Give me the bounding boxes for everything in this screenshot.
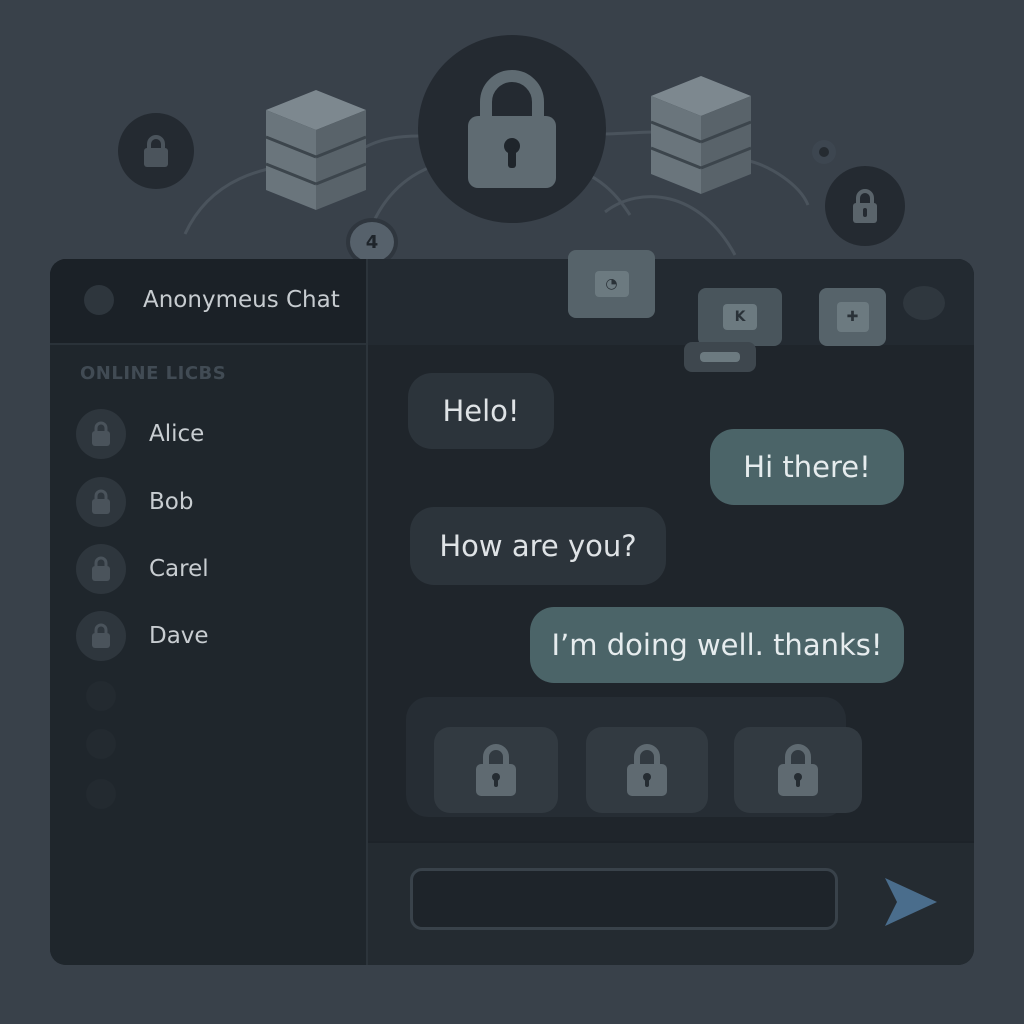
send-icon [885,878,937,926]
notification-badge: 4 [350,222,394,262]
app-avatar [84,285,114,315]
app-title: Anonymeus Chat [143,287,340,313]
sidebar-user-bob[interactable]: Bob [76,477,356,529]
header-menu-dot[interactable] [903,286,945,320]
chat-window: Anonymeus Chat ONLINE LICBS Alice Bob Ca… [50,259,974,965]
encrypted-file-tile: K [698,288,782,346]
user-name: Alice [149,421,205,447]
lock-icon [118,113,194,189]
send-button[interactable] [878,871,942,933]
lock-icon [825,166,905,246]
lock-icon [76,409,126,459]
placeholder-avatar [86,729,116,759]
sidebar-user-dave[interactable]: Dave [76,611,356,663]
lock-icon [76,544,126,594]
placeholder-avatar [86,779,116,809]
user-name: Carel [149,556,209,582]
user-name: Bob [149,489,194,515]
lock-icon [76,477,126,527]
encrypted-file-tile: ✚ [819,288,886,346]
placeholder-avatar [86,681,116,711]
composer [368,843,974,965]
online-users-heading: ONLINE LICBS [80,363,227,384]
encrypted-file-tile [684,342,756,372]
sidebar-user-carel[interactable]: Carel [76,544,356,596]
title-bar: Anonymeus Chat [50,259,366,345]
lock-icon [734,727,862,813]
message-outgoing: Hi there! [710,429,904,505]
lock-icon [76,611,126,661]
message-incoming: Helo! [408,373,554,449]
lock-icon [418,35,606,223]
user-name: Dave [149,623,209,649]
encrypted-file-tile: ◔ [568,250,655,318]
sidebar: Anonymeus Chat ONLINE LICBS Alice Bob Ca… [50,259,368,965]
message-list: Helo! Hi there! How are you? I’m doing w… [368,345,974,841]
message-incoming: How are you? [410,507,666,585]
lock-icon [586,727,708,813]
sidebar-user-alice[interactable]: Alice [76,409,356,461]
lock-icon [434,727,558,813]
message-outgoing: I’m doing well. thanks! [530,607,904,683]
message-input[interactable] [410,868,838,930]
